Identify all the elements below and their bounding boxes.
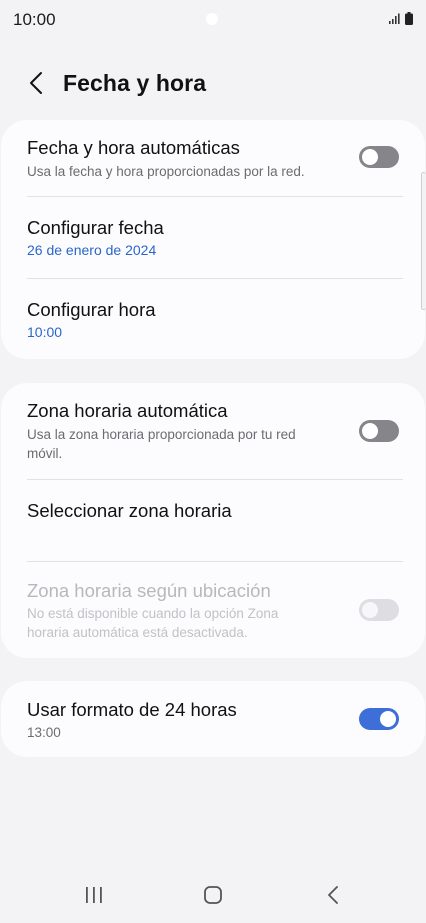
datetime-card: Fecha y hora automáticas Usa la fecha y …	[1, 120, 425, 359]
scrollbar[interactable]	[421, 172, 426, 310]
set-time-row[interactable]: Configurar hora 10:00	[1, 279, 425, 359]
back-icon	[326, 885, 340, 910]
location-timezone-toggle	[359, 599, 399, 621]
toggle-knob	[362, 423, 378, 439]
set-date-row[interactable]: Configurar fecha 26 de enero de 2024	[1, 197, 425, 278]
timezone-card: Zona horaria automática Usa la zona hora…	[1, 383, 425, 658]
nav-bar	[0, 872, 426, 922]
signal-icon	[389, 12, 401, 30]
nav-back-button[interactable]	[313, 884, 353, 910]
home-button[interactable]	[193, 884, 233, 910]
set-time-title: Configurar hora	[27, 299, 156, 320]
back-button[interactable]	[22, 70, 50, 100]
toggle-knob	[380, 711, 396, 727]
screen: 10:00 Fecha y hora Fecha y hora automáti…	[0, 0, 426, 923]
recents-icon	[84, 886, 104, 909]
auto-datetime-toggle[interactable]	[359, 146, 399, 168]
auto-timezone-toggle[interactable]	[359, 420, 399, 442]
page-title: Fecha y hora	[63, 70, 207, 96]
auto-timezone-subtitle: Usa la zona horaria proporcionada por tu…	[27, 427, 296, 461]
chevron-left-icon	[28, 71, 44, 100]
select-timezone-row[interactable]: Seleccionar zona horaria	[1, 480, 425, 561]
format-24h-toggle[interactable]	[359, 708, 399, 730]
auto-datetime-row[interactable]: Fecha y hora automáticas Usa la fecha y …	[1, 120, 425, 197]
battery-icon	[405, 12, 413, 30]
status-bar: 10:00	[0, 0, 426, 40]
header: Fecha y hora	[0, 62, 426, 108]
toggle-knob	[362, 149, 378, 165]
auto-datetime-title: Fecha y hora automáticas	[27, 137, 240, 158]
format-24h-row[interactable]: Usar formato de 24 horas 13:00	[1, 681, 425, 757]
auto-timezone-title: Zona horaria automática	[27, 400, 228, 421]
auto-timezone-row[interactable]: Zona horaria automática Usa la zona hora…	[1, 383, 425, 479]
camera-cutout	[206, 13, 218, 25]
home-icon	[203, 885, 223, 910]
location-timezone-row: Zona horaria según ubicación No está dis…	[1, 562, 425, 658]
set-time-value: 10:00	[27, 324, 63, 340]
set-date-title: Configurar fecha	[27, 217, 164, 238]
status-icons	[389, 12, 413, 30]
location-timezone-subtitle: No está disponible cuando la opción Zona…	[27, 606, 279, 640]
set-date-value: 26 de enero de 2024	[27, 242, 157, 258]
toggle-knob	[362, 602, 378, 618]
format-24h-title: Usar formato de 24 horas	[27, 699, 237, 720]
format-card: Usar formato de 24 horas 13:00	[1, 681, 425, 757]
status-time: 10:00	[13, 10, 56, 29]
auto-datetime-subtitle: Usa la fecha y hora proporcionadas por l…	[27, 164, 305, 179]
format-24h-value: 13:00	[27, 725, 61, 740]
recents-button[interactable]	[74, 884, 114, 910]
select-timezone-title: Seleccionar zona horaria	[27, 500, 232, 521]
location-timezone-title: Zona horaria según ubicación	[27, 580, 271, 601]
